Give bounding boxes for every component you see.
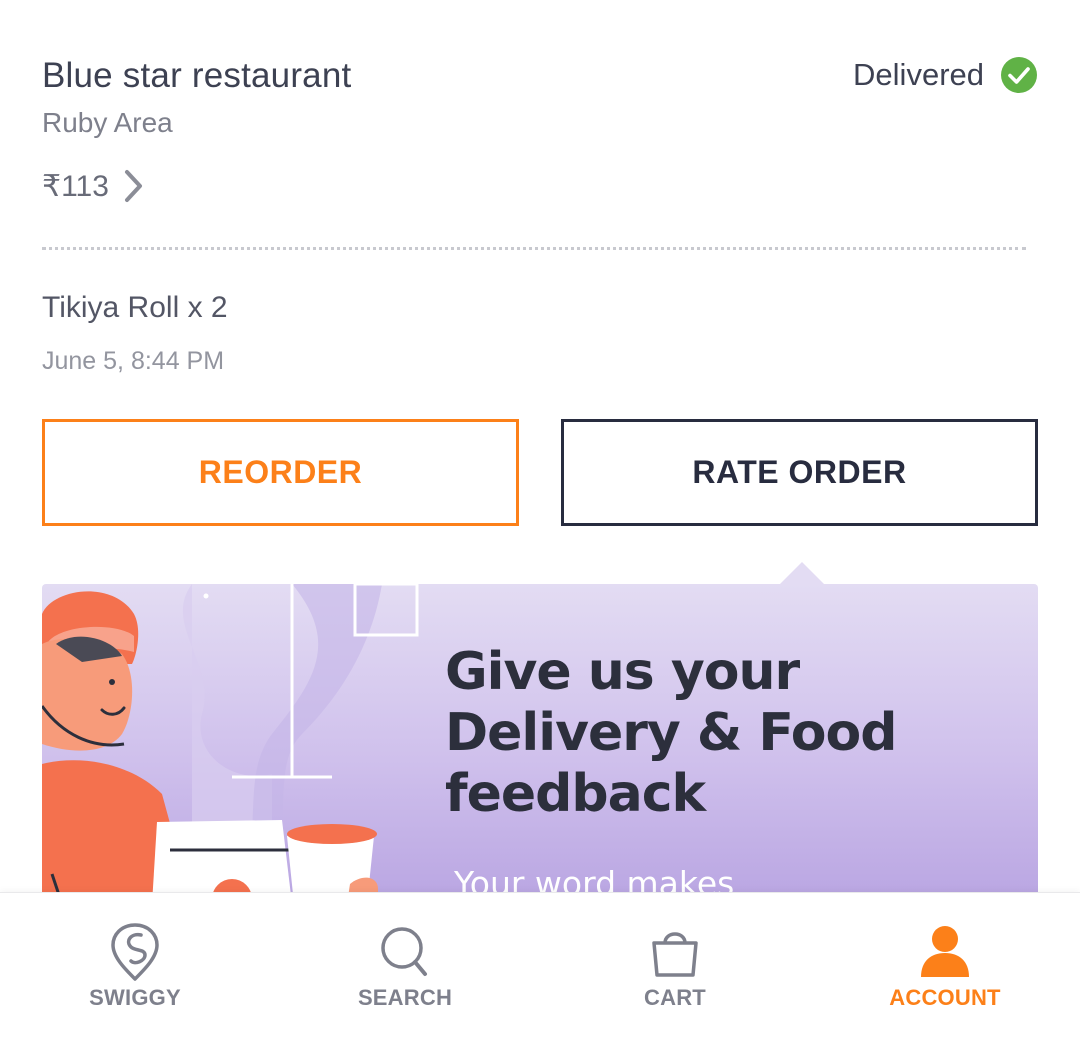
check-circle-icon: [1001, 57, 1037, 93]
bottom-navigation: SWIGGY SEARCH CART ACCOUNT: [0, 892, 1080, 1039]
delivery-person-illustration: [42, 584, 419, 892]
nav-search[interactable]: SEARCH: [305, 893, 505, 1039]
rate-order-button[interactable]: RATE ORDER: [561, 419, 1038, 526]
nav-label-swiggy: SWIGGY: [89, 985, 181, 1010]
nav-label-account: ACCOUNT: [889, 985, 1001, 1010]
delivery-status: Delivered: [853, 56, 1038, 94]
restaurant-area: Ruby Area: [42, 107, 173, 138]
banner-subtitle: Your word makes: [454, 864, 735, 892]
nav-swiggy[interactable]: SWIGGY: [35, 893, 235, 1039]
cart-bag-icon: [652, 932, 698, 977]
order-card: Blue star restaurant Ruby Area ₹113 Deli…: [0, 0, 1080, 892]
order-price: ₹113: [42, 169, 109, 203]
dotted-divider: [42, 247, 1026, 250]
feedback-banner[interactable]: Give us your Delivery & Food feedback Yo…: [42, 584, 1038, 892]
order-date: June 5, 8:44 PM: [42, 347, 225, 375]
restaurant-name[interactable]: Blue star restaurant: [42, 56, 351, 96]
nav-cart[interactable]: CART: [575, 893, 775, 1039]
order-items: Tikiya Roll x 2: [42, 291, 228, 324]
reorder-button[interactable]: REORDER: [42, 419, 519, 526]
nav-label-cart: CART: [644, 985, 706, 1010]
search-icon: [381, 927, 427, 976]
chevron-right-icon: [124, 170, 142, 202]
status-text: Delivered: [853, 57, 984, 92]
banner-pointer: [780, 562, 824, 584]
nav-account[interactable]: ACCOUNT: [845, 893, 1045, 1039]
nav-label-search: SEARCH: [357, 985, 453, 1010]
banner-title: Give us your Delivery & Food feedback: [445, 642, 897, 824]
account-person-icon: [921, 926, 969, 977]
order-total-link[interactable]: ₹113: [42, 168, 145, 204]
swiggy-logo-icon: [111, 923, 159, 981]
